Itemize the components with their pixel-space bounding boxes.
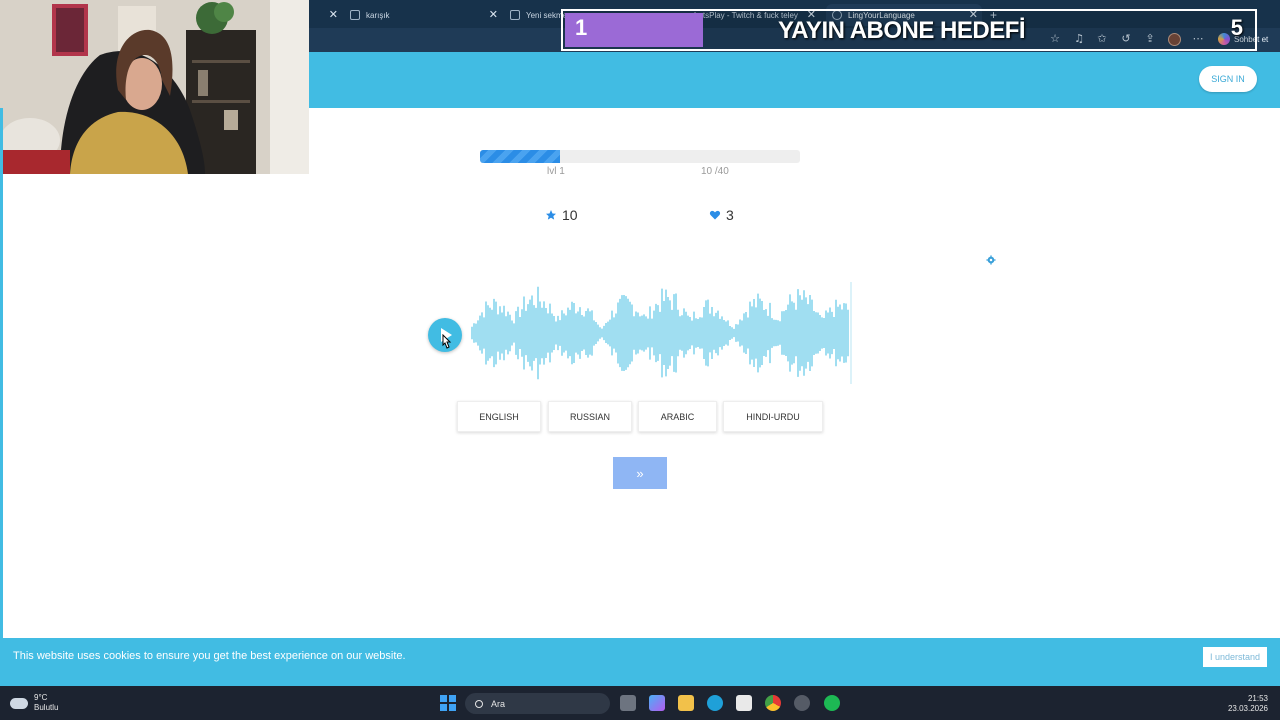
answer-hindi-urdu-button[interactable]: HINDI-URDU — [723, 401, 823, 432]
level-progress-bar — [480, 150, 800, 163]
tab-favicon-icon — [350, 10, 360, 20]
windows-taskbar: 9°C Bulutlu Ara 21:53 23.03.2026 — [0, 686, 1280, 720]
gear-icon[interactable] — [986, 255, 996, 265]
weather-widget[interactable]: 9°C Bulutlu — [10, 693, 58, 713]
sign-in-button[interactable]: SIGN IN — [1199, 66, 1257, 92]
answer-russian-button[interactable]: RUSSIAN — [548, 401, 632, 432]
weather-condition: Bulutlu — [34, 703, 59, 712]
clock-time: 21:53 — [1247, 694, 1268, 703]
hearts-count: 3 — [726, 207, 734, 223]
next-button[interactable]: » — [613, 457, 667, 489]
goal-target-count: 5 — [1230, 15, 1243, 40]
search-placeholder: Ara — [491, 698, 506, 709]
windows-start-icon[interactable] — [440, 695, 456, 711]
close-tab-icon[interactable]: ✕ — [489, 8, 498, 21]
mouse-cursor-icon — [442, 334, 452, 349]
progress-count: 10 /40 — [701, 166, 729, 177]
tab-partial[interactable]: ✕ — [310, 4, 340, 26]
microsoft-store-icon[interactable] — [736, 695, 752, 711]
hearts-stat: 3 — [709, 207, 734, 223]
chrome-icon[interactable] — [765, 695, 781, 711]
answer-english-button[interactable]: ENGLISH — [457, 401, 541, 432]
close-tab-icon[interactable]: ✕ — [329, 8, 338, 21]
page-left-edge — [0, 108, 3, 638]
heart-icon — [709, 210, 721, 220]
goal-title: YAYIN ABONE HEDEFİ — [778, 17, 1026, 44]
audio-waveform[interactable] — [470, 282, 854, 384]
level-label: lvl 1 — [547, 166, 565, 177]
taskbar-search[interactable]: Ara — [465, 693, 610, 714]
edge-browser-icon[interactable] — [707, 695, 723, 711]
stars-count: 10 — [562, 207, 578, 223]
goal-current-count: 1 — [575, 15, 588, 40]
star-icon — [546, 210, 556, 220]
cookie-message: This website uses cookies to ensure you … — [13, 650, 406, 662]
tab-karisik[interactable]: karışık ✕ — [350, 4, 502, 26]
obs-icon[interactable] — [794, 695, 810, 711]
cookie-accept-button[interactable]: I understand — [1203, 647, 1267, 667]
tab-label: karışık — [366, 10, 390, 20]
task-view-icon[interactable] — [620, 695, 636, 711]
stars-stat: 10 — [545, 207, 578, 223]
subscriber-goal-overlay: 1 YAYIN ABONE HEDEFİ 5 — [561, 9, 1257, 51]
cookie-banner: This website uses cookies to ensure you … — [0, 638, 1280, 686]
tab-favicon-icon — [510, 10, 520, 20]
site-header — [309, 52, 1280, 108]
file-explorer-icon[interactable] — [678, 695, 694, 711]
weather-temperature: 9°C — [34, 693, 48, 702]
level-progress-fill — [480, 150, 560, 163]
cloud-icon — [10, 697, 28, 709]
search-icon — [475, 699, 483, 708]
webcam-feed — [0, 0, 309, 174]
system-clock[interactable]: 21:53 23.03.2026 — [1228, 694, 1268, 714]
answer-arabic-button[interactable]: ARABIC — [638, 401, 717, 432]
clock-date: 23.03.2026 — [1227, 704, 1268, 713]
spotify-icon[interactable] — [824, 695, 840, 711]
copilot-app-icon[interactable] — [649, 695, 665, 711]
